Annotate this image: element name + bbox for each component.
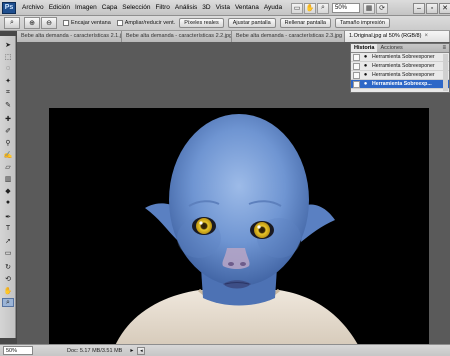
status-bar: 50% Doc: 5.17 MB/3.51 MB ▸ ◂ (0, 344, 450, 356)
arrange-icon[interactable]: ▦ (363, 2, 375, 14)
zoom-tool-preset-icon[interactable]: ⌕ (4, 17, 20, 29)
type-tool-icon[interactable]: T (2, 224, 14, 233)
photoshop-logo-icon[interactable]: Ps (2, 1, 16, 14)
clone-stamp-tool-icon[interactable]: ⚲ (2, 138, 14, 147)
zoom-tool-icon[interactable]: ⌕ (2, 298, 14, 307)
dodge-tool-icon[interactable]: ● (2, 198, 14, 207)
panel-scrollbar[interactable] (443, 54, 448, 91)
history-brush-source-icon[interactable] (353, 80, 360, 88)
panel-tabs: Historia Acciones ≡ (351, 44, 449, 53)
menu-analisis[interactable]: Análisis (175, 4, 197, 11)
menu-edicion[interactable]: Edición (49, 4, 70, 11)
status-menu-icon[interactable]: ▸ (130, 347, 133, 354)
magic-wand-tool-icon[interactable]: ✦ (2, 76, 14, 85)
menu-seleccion[interactable]: Selección (122, 4, 150, 11)
history-brush-source-icon[interactable] (353, 71, 360, 79)
tab-document-2-3[interactable]: Bebe alta demanda - características 2.3.… (232, 31, 345, 42)
document-canvas[interactable] (49, 108, 429, 356)
marquee-tool-icon[interactable]: ⬚ (2, 52, 14, 61)
history-panel: Historia Acciones ≡ ● Herramienta Sobree… (350, 43, 450, 93)
path-selection-tool-icon[interactable]: ➚ (2, 236, 14, 245)
resize-window-checkbox[interactable]: Encajar ventana (63, 20, 111, 26)
menu-3d[interactable]: 3D (202, 4, 210, 11)
menu-imagen[interactable]: Imagen (75, 4, 97, 11)
zoom-all-windows-checkbox[interactable]: Ampliar/reducir vent. (116, 20, 175, 26)
dodge-tool-icon: ● (363, 80, 368, 87)
rotate-view-icon[interactable]: ⟳ (376, 2, 388, 14)
close-icon[interactable]: ✕ (439, 2, 450, 14)
tab-acciones[interactable]: Acciones (377, 44, 405, 52)
pen-tool-icon[interactable]: ✒ (2, 212, 14, 221)
menu-capa[interactable]: Capa (102, 4, 118, 11)
document-tabs: Bebe alta demanda - características 2.1.… (17, 31, 450, 42)
history-brush-source-icon[interactable] (353, 62, 360, 70)
tab-document-2-1[interactable]: Bebe alta demanda - características 2.1.… (17, 31, 122, 42)
lasso-tool-icon[interactable]: ◌ (2, 64, 14, 73)
zoom-icon[interactable]: ⌕ (317, 2, 329, 14)
menu-vista[interactable]: Vista (216, 4, 230, 11)
document-size: Doc: 5.17 MB/3.51 MB (67, 347, 123, 354)
print-size-button[interactable]: Tamaño impresión (334, 18, 390, 28)
dodge-tool-icon: ● (363, 62, 368, 69)
brush-tool-icon[interactable]: ✐ (2, 126, 14, 135)
menubar-tools: ▭ ✋ ⌕ 50% ▦ ⟳ (290, 2, 388, 14)
dodge-tool-icon: ● (363, 71, 368, 78)
scroll-left-icon[interactable]: ◂ (137, 346, 146, 355)
eyedropper-tool-icon[interactable]: ✎ (2, 100, 14, 109)
menu-ayuda[interactable]: Ayuda (264, 4, 282, 11)
checkbox-box[interactable] (63, 20, 69, 26)
history-brush-tool-icon[interactable]: ✍ (2, 150, 14, 159)
history-item-selected[interactable]: ● Herramienta Sobreexp... (351, 80, 449, 89)
move-tool-icon[interactable]: ➤ (2, 40, 14, 49)
history-item[interactable]: ● Herramienta Sobreexponer (351, 53, 449, 62)
history-item[interactable]: ● Herramienta Sobreexponer (351, 62, 449, 71)
eraser-tool-icon[interactable]: ▱ (2, 162, 14, 171)
minimize-icon[interactable]: – (413, 2, 425, 14)
zoom-in-icon[interactable]: ⊕ (24, 17, 40, 29)
hand-icon[interactable]: ✋ (304, 2, 316, 14)
menu-archivo[interactable]: Archivo (22, 4, 44, 11)
menu-ventana[interactable]: Ventana (235, 4, 259, 11)
history-brush-source-icon[interactable] (353, 53, 360, 61)
blur-tool-icon[interactable]: ◆ (2, 186, 14, 195)
toolbox: ➤ ⬚ ◌ ✦ ⌗ ✎ ✚ ✐ ⚲ ✍ ▱ ▥ ◆ ● ✒ T ➚ ▭ ↻ ⟲ … (0, 36, 16, 356)
menubar-zoom-field[interactable]: 50% (332, 3, 360, 13)
dodge-tool-icon: ● (363, 53, 368, 60)
close-icon[interactable]: × (424, 31, 428, 42)
checkbox-box[interactable] (116, 20, 123, 26)
3d-orbit-tool-icon[interactable]: ⟲ (2, 274, 14, 283)
crop-tool-icon[interactable]: ⌗ (2, 88, 14, 97)
options-bar: ⌕ ⊕ ⊖ Encajar ventana Ampliar/reducir ve… (0, 16, 450, 31)
shape-tool-icon[interactable]: ▭ (2, 248, 14, 257)
menu-bar: Ps Archivo Edición Imagen Capa Selección… (0, 0, 450, 16)
window-controls: – ▫ ✕ (412, 2, 450, 14)
menu-filtro[interactable]: Filtro (155, 4, 169, 11)
fit-screen-button[interactable]: Ajustar pantalla (227, 18, 276, 28)
fill-screen-button[interactable]: Rellenar pantalla (279, 18, 331, 28)
menu-items: Archivo Edición Imagen Capa Selección Fi… (22, 4, 282, 11)
panel-menu-icon[interactable]: ≡ (439, 44, 449, 52)
baby-photo (111, 114, 364, 356)
tab-document-original[interactable]: 1.Original.jpg al 50% (RGB/8) × (345, 31, 450, 42)
screen-mode-icon[interactable]: ▭ (291, 2, 303, 14)
3d-rotate-tool-icon[interactable]: ↻ (2, 262, 14, 271)
tab-document-2-2[interactable]: Bebe alta demanda - características 2.2.… (122, 31, 232, 42)
actual-pixels-button[interactable]: Píxeles reales (179, 18, 224, 28)
gradient-tool-icon[interactable]: ▥ (2, 174, 14, 183)
hand-tool-icon[interactable]: ✋ (2, 286, 14, 295)
zoom-out-icon[interactable]: ⊖ (41, 17, 57, 29)
status-zoom-field[interactable]: 50% (3, 346, 33, 355)
tab-historia[interactable]: Historia (351, 44, 378, 52)
healing-brush-tool-icon[interactable]: ✚ (2, 114, 14, 123)
maximize-icon[interactable]: ▫ (426, 2, 438, 14)
history-item[interactable]: ● Herramienta Sobreexponer (351, 71, 449, 80)
